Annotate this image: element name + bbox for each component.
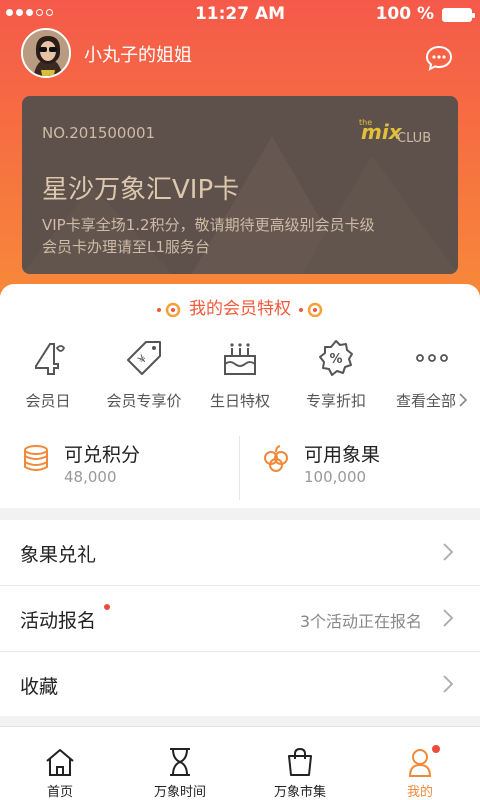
- points-fruit[interactable]: 可用象果 100,000: [240, 432, 480, 504]
- privilege-birthday[interactable]: 生日特权: [192, 338, 288, 411]
- card-description: VIP卡享全场1.2积分，敬请期待更高级别会员卡级 会员卡办理请至L1服务台: [42, 214, 375, 258]
- tab-label: 万象时间: [153, 785, 206, 800]
- tab-time[interactable]: 万象时间: [120, 727, 240, 800]
- mix-club-logo: the mix CLUB: [359, 118, 432, 146]
- home-icon: [46, 749, 74, 776]
- privileges-title: 我的会员特权: [189, 299, 291, 319]
- tab-label: 万象市集: [273, 785, 326, 800]
- discount-icon: %: [319, 340, 353, 376]
- privilege-label: 专享折扣: [305, 392, 366, 410]
- chevron-right-icon: [443, 609, 454, 627]
- menu-item-event-signup[interactable]: 活动报名 3个活动正在报名: [0, 586, 480, 651]
- tab-label: 首页: [46, 785, 73, 800]
- more-icon: [416, 354, 448, 362]
- decor-left-icon: [155, 301, 183, 318]
- chevron-right-icon: [443, 543, 454, 561]
- fruit-label: 可用象果: [304, 444, 381, 466]
- chevron-right-icon: [459, 393, 468, 407]
- svg-text:%: %: [329, 352, 342, 367]
- profile-name: 小丸子的姐姐: [84, 45, 192, 66]
- chevron-right-icon: [443, 675, 454, 693]
- price-tag-icon: ¥: [127, 341, 161, 375]
- privilege-label: 会员专享价: [106, 392, 182, 410]
- coins-icon: [24, 445, 48, 471]
- menu-item-label: 活动报名: [20, 610, 97, 632]
- privilege-view-all[interactable]: 查看全部: [384, 338, 480, 411]
- card-desc-line1: VIP卡享全场1.2积分，敬请期待更高级别会员卡级: [42, 216, 375, 234]
- birthday-cake-icon: [224, 343, 256, 375]
- tab-label: 我的: [406, 785, 433, 800]
- battery-percent: 100 %: [375, 4, 434, 24]
- privilege-member-price[interactable]: ¥ 会员专享价: [96, 338, 192, 411]
- points-label: 可兑积分: [64, 444, 141, 466]
- tab-mine[interactable]: 我的: [360, 727, 480, 800]
- menu-list: 象果兑礼 活动报名 3个活动正在报名 收藏: [0, 520, 480, 716]
- battery-icon: [442, 8, 475, 22]
- tab-home[interactable]: 首页: [0, 727, 120, 800]
- card-number: NO.201500001: [42, 124, 156, 142]
- privilege-label: 会员日: [25, 392, 71, 410]
- user-icon: [408, 749, 432, 777]
- member-day-icon: [35, 343, 66, 375]
- tab-bar: 首页 万象时间 万象市集 我的: [0, 726, 480, 800]
- privileges-heading: 我的会员特权: [0, 294, 480, 319]
- points-value: 48,000: [64, 468, 117, 486]
- menu-item-label: 收藏: [20, 676, 59, 698]
- notification-dot: [432, 745, 440, 753]
- hourglass-icon: [170, 748, 190, 776]
- privilege-member-day[interactable]: 会员日: [0, 338, 96, 411]
- decor-right-icon: [297, 301, 325, 318]
- vip-card[interactable]: NO.201500001 the mix CLUB 星沙万象汇VIP卡 VIP卡…: [22, 96, 458, 274]
- shopping-bag-icon: [288, 747, 312, 776]
- privileges-row: 会员日 ¥ 会员专享价 生日特权 % 专享折扣 查看全部: [0, 338, 480, 418]
- menu-item-status: 3个活动正在报名: [299, 612, 422, 631]
- card-desc-line2: 会员卡办理请至L1服务台: [42, 238, 210, 256]
- fruit-icon: [264, 445, 288, 472]
- menu-item-label: 象果兑礼: [20, 544, 97, 566]
- menu-item-favorites[interactable]: 收藏: [0, 652, 480, 717]
- notification-dot: [104, 604, 110, 610]
- fruit-value: 100,000: [304, 468, 367, 486]
- status-bar: 11:27 AM 100 %: [0, 0, 480, 28]
- message-icon[interactable]: [425, 44, 453, 72]
- tab-market[interactable]: 万象市集: [240, 727, 360, 800]
- menu-item-gift-exchange[interactable]: 象果兑礼: [0, 520, 480, 585]
- points-redeemable[interactable]: 可兑积分 48,000: [0, 432, 240, 504]
- privilege-label: 查看全部: [384, 390, 480, 411]
- privilege-label: 生日特权: [209, 392, 270, 410]
- card-title: 星沙万象汇VIP卡: [42, 175, 240, 205]
- privilege-discount[interactable]: % 专享折扣: [288, 338, 384, 411]
- avatar[interactable]: [21, 28, 71, 78]
- svg-text:¥: ¥: [135, 352, 149, 366]
